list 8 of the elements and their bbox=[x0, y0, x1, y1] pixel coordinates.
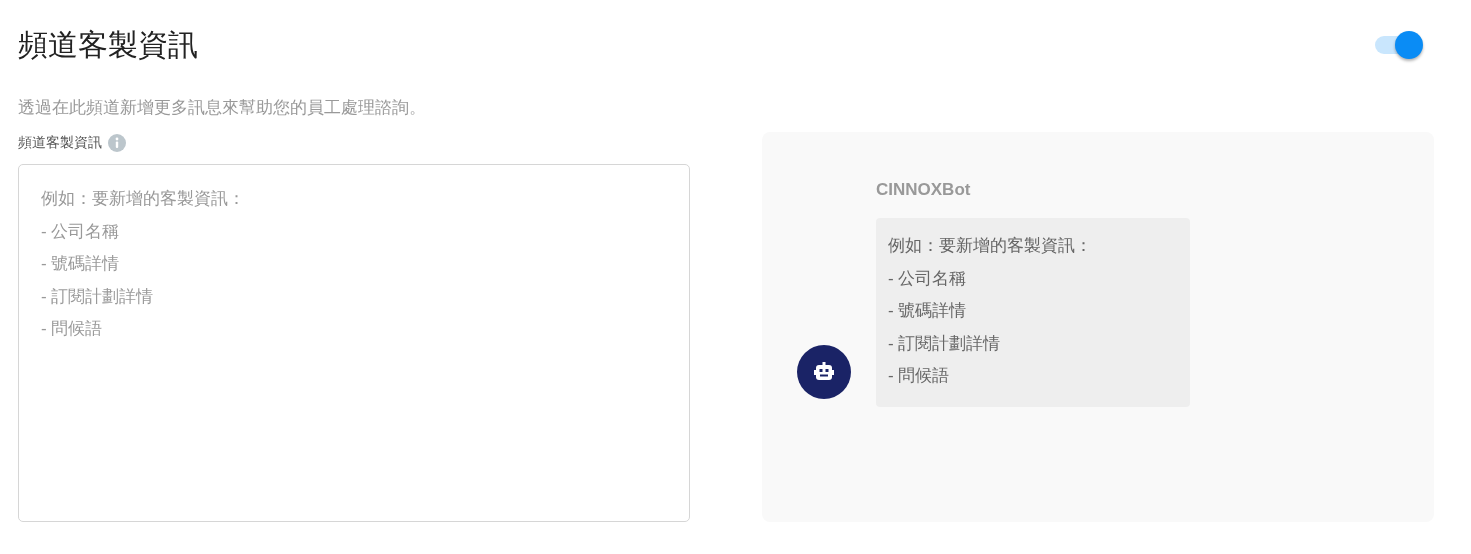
sender-name: CINNOXBot bbox=[876, 179, 972, 201]
toggle-switch[interactable] bbox=[1373, 31, 1423, 59]
field-label: 頻道客製資訊 bbox=[18, 134, 102, 152]
page-title: 頻道客製資訊 bbox=[18, 27, 198, 63]
info-icon[interactable] bbox=[108, 134, 126, 152]
message-bubble: 例如：要新增的客製資訊： - 公司名稱 - 號碼詳情 - 訂閱計劃詳情 - 問候語 bbox=[876, 218, 1190, 407]
custom-info-field[interactable]: 例如：要新增的客製資訊： - 公司名稱 - 號碼詳情 - 訂閱計劃詳情 - 問候語 bbox=[18, 164, 690, 522]
description-text: 透過在此頻道新增更多訊息來幫助您的員工處理諮詢。 bbox=[18, 97, 427, 119]
